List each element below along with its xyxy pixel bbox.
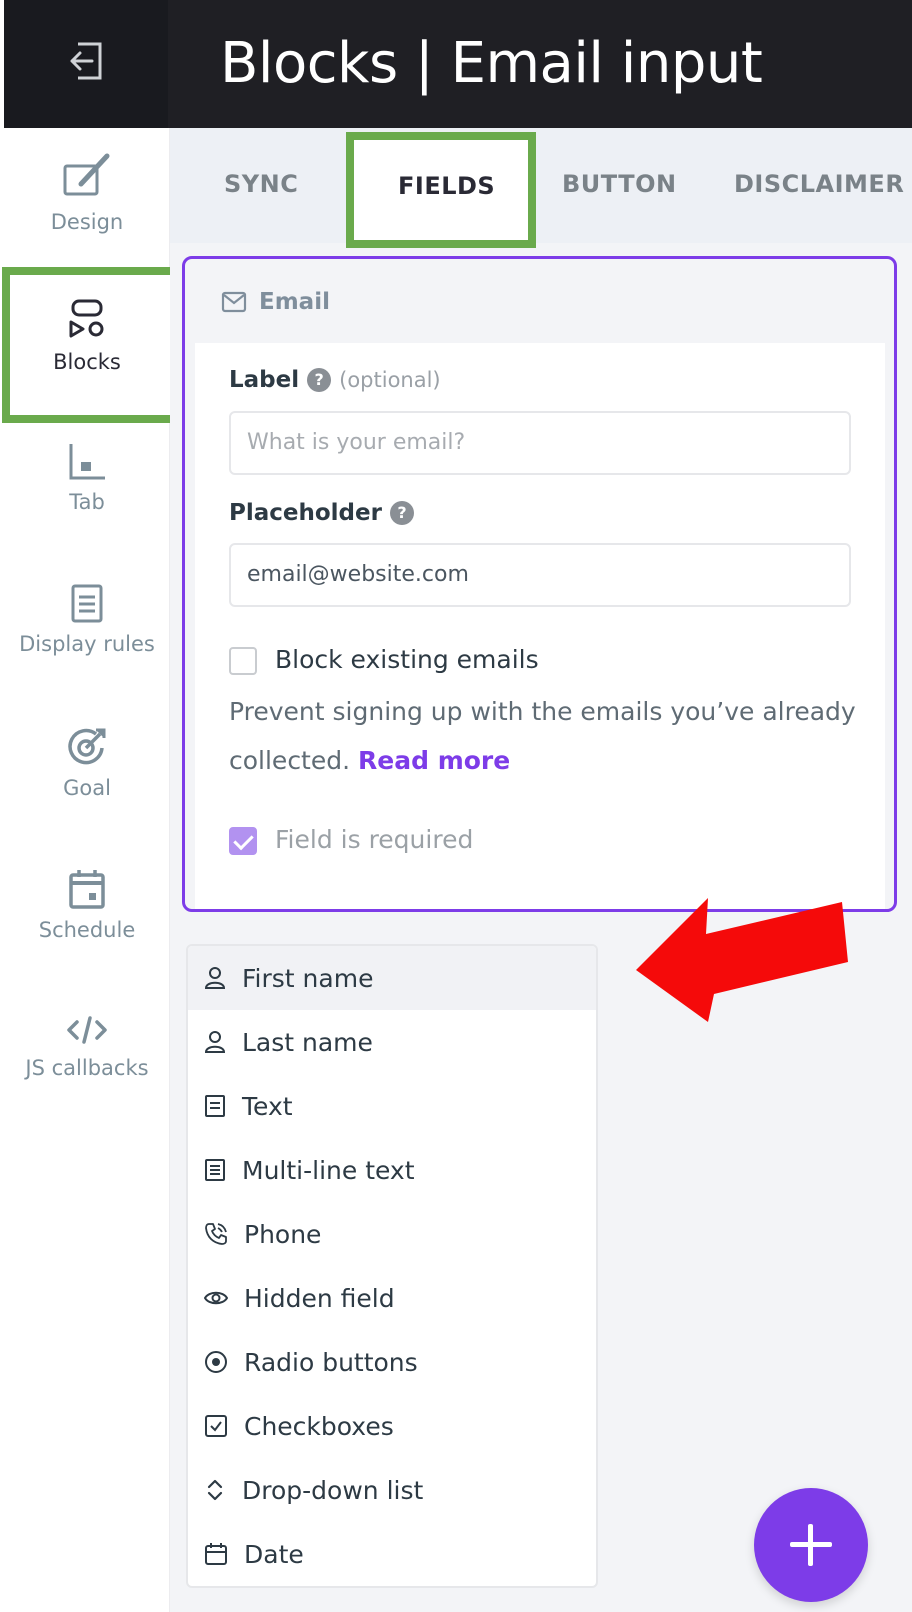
menu-item-label: Phone — [244, 1219, 322, 1249]
sidebar-item-tab[interactable]: Tab — [4, 442, 170, 514]
menu-item-date[interactable]: Date — [188, 1522, 596, 1586]
eye-icon — [204, 1291, 228, 1305]
menu-item-drop-down-list[interactable]: Drop-down list — [188, 1458, 596, 1522]
menu-item-first-name[interactable]: First name — [188, 946, 596, 1010]
phone-icon — [205, 1223, 227, 1245]
sidebar-item-schedule[interactable]: Schedule — [4, 868, 170, 942]
code-icon — [67, 1016, 107, 1044]
placeholder-input[interactable]: email@website.com — [229, 543, 851, 607]
sidebar-item-goal[interactable]: Goal — [4, 726, 170, 800]
tab-fields-label: FIELDS — [398, 172, 496, 200]
menu-item-text[interactable]: Text — [188, 1074, 596, 1138]
sidebar-item-label: JS callbacks — [25, 1056, 149, 1080]
tab-sync[interactable]: SYNC — [224, 170, 298, 198]
goal-icon — [68, 728, 106, 765]
checkbox-icon — [205, 1415, 227, 1437]
required-label[interactable]: Field is required — [275, 825, 473, 854]
menu-item-label: Last name — [242, 1027, 373, 1057]
card-body: Label ? (optional) What is your email? P… — [195, 343, 885, 909]
add-field-button[interactable] — [754, 1488, 868, 1602]
blocks-icon — [69, 299, 104, 338]
block-existing-checkbox[interactable] — [229, 647, 257, 675]
menu-item-checkboxes[interactable]: Checkboxes — [188, 1394, 596, 1458]
menu-item-last-name[interactable]: Last name — [188, 1010, 596, 1074]
sidebar-item-label: Design — [50, 210, 124, 234]
help-icon[interactable]: ? — [389, 501, 414, 525]
card-title: Email — [259, 289, 330, 315]
tab-bar: SYNC BUTTON DISCLAIMER — [170, 128, 912, 243]
sidebar-item-label: Blocks — [53, 350, 121, 374]
sidebar-item-label: Display rules — [19, 632, 155, 656]
sidebar-item-blocks[interactable]: Blocks — [4, 298, 170, 374]
red-arrow-annotation — [636, 898, 848, 1022]
sidebar-item-label: Schedule — [38, 918, 136, 942]
calendar-icon — [205, 1543, 227, 1565]
email-field-card: Email Label ? (optional) What is your em… — [182, 256, 897, 912]
card-header[interactable]: Email — [221, 289, 330, 315]
menu-item-label: First name — [242, 963, 374, 993]
menu-item-multi-line-text[interactable]: Multi-line text — [188, 1138, 596, 1202]
description-text: Prevent signing up with the emails you’v… — [229, 697, 856, 775]
label-field-label: Label ? (optional) — [229, 367, 441, 393]
exit-icon — [70, 42, 102, 80]
tab-button[interactable]: BUTTON — [562, 170, 677, 198]
menu-item-label: Drop-down list — [242, 1475, 424, 1505]
read-more-link[interactable]: Read more — [358, 746, 510, 775]
display-rules-icon — [71, 584, 103, 623]
block-existing-description: Prevent signing up with the emails you’v… — [229, 687, 869, 785]
menu-item-label: Text — [242, 1091, 293, 1121]
tab-disclaimer[interactable]: DISCLAIMER — [734, 170, 904, 198]
chevron-updown-icon — [207, 1479, 223, 1501]
help-icon[interactable]: ? — [307, 368, 332, 392]
required-checkbox[interactable] — [229, 827, 257, 855]
placeholder-field-label: Placeholder ? — [229, 500, 414, 526]
design-icon — [63, 153, 110, 196]
page-title: Blocks | Email input — [220, 31, 763, 96]
person-icon — [204, 1031, 226, 1053]
menu-item-label: Checkboxes — [244, 1411, 394, 1441]
placeholder-text: Placeholder — [229, 500, 382, 526]
schedule-icon — [69, 870, 105, 909]
optional-text: (optional) — [339, 368, 441, 392]
multiline-text-icon — [205, 1159, 225, 1181]
label-input[interactable]: What is your email? — [229, 411, 851, 475]
menu-item-label: Hidden field — [244, 1283, 395, 1313]
sidebar-item-label: Goal — [63, 776, 111, 800]
menu-item-label: Date — [244, 1539, 304, 1569]
tab-icon — [69, 444, 105, 480]
sidebar-item-js-callbacks[interactable]: JS callbacks — [4, 1012, 170, 1080]
top-bar: Blocks | Email input — [4, 0, 912, 128]
menu-item-label: Multi-line text — [242, 1155, 415, 1185]
radio-icon — [205, 1351, 227, 1373]
text-icon — [205, 1095, 225, 1117]
sidebar-item-label: Tab — [69, 490, 105, 514]
sidebar-item-design[interactable]: Design — [4, 150, 170, 234]
tab-fields[interactable]: FIELDS — [346, 132, 536, 248]
label-text: Label — [229, 367, 300, 393]
menu-item-radio-buttons[interactable]: Radio buttons — [188, 1330, 596, 1394]
sidebar: Design Blocks Tab Display rules Goal Sch… — [2, 128, 184, 1612]
block-existing-label[interactable]: Block existing emails — [275, 645, 539, 674]
mail-icon — [221, 291, 247, 313]
exit-button[interactable] — [4, 0, 168, 128]
sidebar-item-display-rules[interactable]: Display rules — [4, 584, 170, 656]
menu-item-label: Radio buttons — [244, 1347, 418, 1377]
person-icon — [204, 967, 226, 989]
menu-item-hidden-field[interactable]: Hidden field — [188, 1266, 596, 1330]
menu-item-phone[interactable]: Phone — [188, 1202, 596, 1266]
field-type-menu: First name Last name Text Multi-line tex… — [186, 944, 598, 1588]
